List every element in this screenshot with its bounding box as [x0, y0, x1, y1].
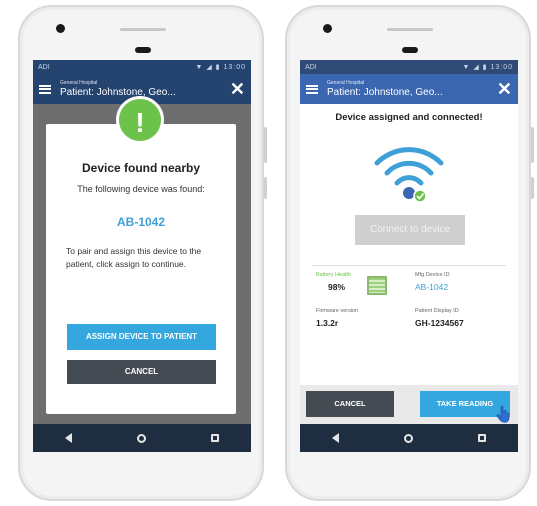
status-bar: ADI ▼ ◢ ▮ 13:00 [33, 60, 251, 74]
wifi-icon [374, 143, 444, 203]
volume-button [264, 127, 267, 163]
earpiece [402, 47, 418, 53]
recent-apps-icon[interactable] [477, 434, 486, 442]
connect-device-button[interactable]: Connect to device [355, 215, 465, 245]
android-nav-bar [33, 424, 251, 452]
patient-display-id-label: Patient Display ID [415, 308, 459, 314]
cancel-button[interactable]: CANCEL [67, 360, 216, 384]
power-button [264, 177, 267, 199]
home-icon[interactable] [136, 433, 146, 443]
status-bar: ADI ▼ ◢ ▮ 13:00 [300, 60, 518, 74]
firmware-label: Firmware version [316, 308, 359, 314]
dialog-subtitle: The following device was found: [77, 184, 205, 194]
close-icon[interactable]: ✕ [497, 80, 512, 98]
hand-pointer-icon [496, 405, 512, 423]
app-bar: General Hospital Patient: Johnstone, Geo… [300, 74, 518, 104]
action-bar: CANCEL TAKE READING [300, 385, 518, 424]
mfg-device-value: AB-1042 [415, 282, 449, 292]
screen-left: ADI ▼ ◢ ▮ 13:00 General Hospital Patient… [33, 60, 251, 452]
dialog-description: To pair and assign this device to the pa… [66, 246, 202, 269]
power-button [531, 177, 534, 199]
assigned-message: Device assigned and connected! [335, 112, 483, 123]
battery-value: 98% [328, 282, 346, 292]
divider [312, 265, 506, 266]
patient-display-id-value: GH-1234567 [415, 318, 464, 328]
recent-apps-icon[interactable] [210, 434, 219, 442]
menu-icon[interactable] [306, 84, 318, 94]
hospital-name: General Hospital [327, 79, 365, 86]
back-icon[interactable] [65, 433, 73, 443]
speaker-grille [120, 28, 166, 31]
device-id: AB-1042 [116, 215, 166, 229]
back-icon[interactable] [332, 433, 340, 443]
header-titles: General Hospital Patient: Johnstone, Geo… [327, 80, 497, 99]
device-found-dialog: Device found nearby The following device… [46, 124, 236, 414]
carrier-label: ADI [38, 63, 50, 71]
firmware-value: 1.3.2r [316, 318, 339, 328]
status-icons: ▼ ◢ ▮ 13:00 [195, 64, 246, 71]
front-camera [56, 24, 65, 33]
hospital-name: General Hospital [60, 79, 98, 86]
phone-right: ADI ▼ ◢ ▮ 13:00 General Hospital Patient… [285, 5, 534, 501]
phone-left: ADI ▼ ◢ ▮ 13:00 General Hospital Patient… [18, 5, 267, 501]
carrier-label: ADI [305, 63, 317, 71]
cancel-button[interactable]: CANCEL [306, 391, 394, 417]
close-icon[interactable]: ✕ [230, 80, 245, 98]
home-icon[interactable] [403, 433, 413, 443]
battery-icon [367, 276, 387, 295]
status-icons: ▼ ◢ ▮ 13:00 [462, 64, 513, 71]
android-nav-bar [300, 424, 518, 452]
battery-label: Battery Health [316, 272, 351, 278]
volume-button [531, 127, 534, 163]
check-icon [413, 189, 427, 203]
front-camera [323, 24, 332, 33]
screen-right: ADI ▼ ◢ ▮ 13:00 General Hospital Patient… [300, 60, 518, 452]
alert-icon: ! [116, 96, 164, 144]
dialog-title: Device found nearby [81, 161, 201, 175]
speaker-grille [387, 28, 433, 31]
mfg-device-label: Mfg Device ID [415, 272, 450, 278]
menu-icon[interactable] [39, 84, 51, 94]
earpiece [135, 47, 151, 53]
assign-device-button[interactable]: ASSIGN DEVICE TO PATIENT [67, 324, 216, 350]
patient-title: Patient: Johnstone, Geo... [327, 86, 443, 98]
